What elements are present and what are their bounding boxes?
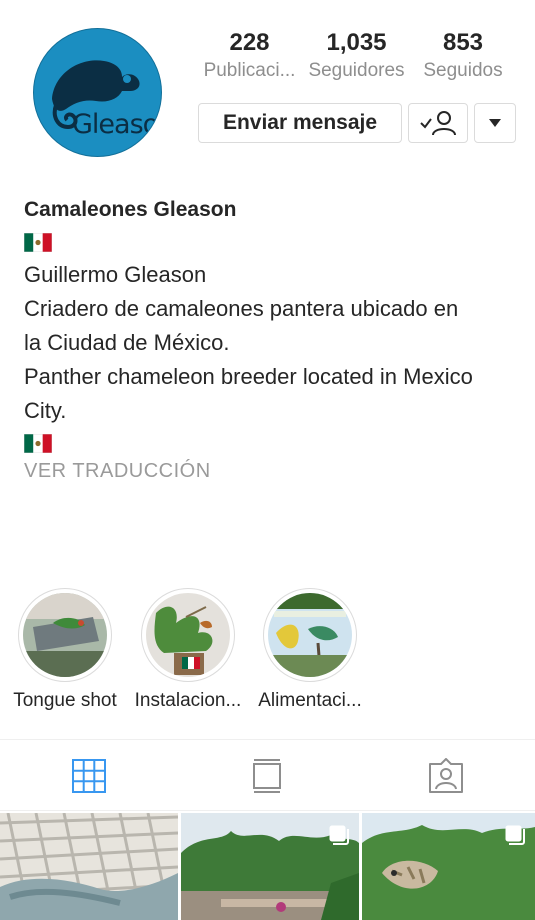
highlight-ring	[141, 588, 235, 682]
story-highlight[interactable]: Instalacion...	[127, 588, 249, 712]
highlight-label: Instalacion...	[134, 690, 242, 711]
tagged-icon	[428, 758, 463, 793]
highlight-ring	[263, 588, 357, 682]
post-thumbnail[interactable]	[181, 813, 359, 920]
tab-grid[interactable]	[0, 740, 178, 812]
tab-tagged[interactable]	[356, 740, 535, 812]
highlight-ring	[18, 588, 112, 682]
tab-feed[interactable]	[178, 740, 356, 812]
stat-following-label: Seguidos	[423, 60, 503, 81]
stat-posts-label: Publicaci...	[203, 60, 296, 81]
stat-posts[interactable]: 228 Publicaci...	[196, 28, 303, 84]
following-button[interactable]	[408, 103, 468, 143]
person-check-icon	[420, 111, 456, 136]
bio-line: Criadero de camaleones pantera ubicado e…	[24, 296, 459, 321]
story-highlight[interactable]: Tongue shot	[4, 588, 126, 712]
multiple-photos-icon	[505, 825, 525, 845]
profile-tabs	[0, 739, 535, 811]
mexico-flag-icon	[24, 434, 52, 453]
mexico-flag-icon	[24, 233, 52, 252]
posts-grid	[0, 813, 535, 920]
multiple-photos-icon	[329, 825, 349, 845]
display-name: Camaleones Gleason	[24, 198, 237, 221]
stat-followers-label: Seguidores	[308, 60, 405, 81]
story-highlight[interactable]: Alimentaci...	[249, 588, 371, 712]
grid-icon	[72, 759, 106, 793]
send-message-button[interactable]: Enviar mensaje	[198, 103, 402, 143]
stat-posts-value: 228	[229, 29, 270, 56]
highlight-label: Alimentaci...	[258, 690, 362, 711]
bio-line: Panther chameleon breeder located in Mex…	[24, 364, 473, 389]
stat-following[interactable]: 853 Seguidos	[410, 28, 516, 84]
stat-following-value: 853	[442, 29, 484, 56]
bio-line: Guillermo Gleason	[24, 262, 207, 287]
stat-followers-value: 1,035	[326, 29, 387, 56]
stat-followers[interactable]: 1,035 Seguidores	[303, 28, 410, 84]
highlight-cover-image	[268, 593, 352, 677]
highlight-cover-image	[23, 593, 107, 677]
profile-avatar[interactable]: Gleason	[33, 28, 162, 157]
avatar-logo-text: Gleason	[72, 109, 161, 140]
more-options-button[interactable]	[474, 103, 516, 143]
feed-icon	[253, 759, 281, 793]
profile-bio: Camaleones Gleason Guillermo Gleason Cri…	[24, 197, 524, 485]
see-translation-link[interactable]: VER TRADUCCIÓN	[24, 457, 524, 485]
profile-stats: 228 Publicaci... 1,035 Seguidores 853 Se…	[196, 28, 516, 92]
highlight-label: Tongue shot	[13, 690, 117, 711]
bio-line: City.	[24, 398, 67, 423]
bio-line: la Ciudad de México.	[24, 330, 230, 355]
post-thumbnail[interactable]	[0, 813, 178, 920]
highlight-cover-image	[146, 593, 230, 677]
post-thumbnail[interactable]	[362, 813, 535, 920]
caret-down-icon	[489, 119, 501, 127]
